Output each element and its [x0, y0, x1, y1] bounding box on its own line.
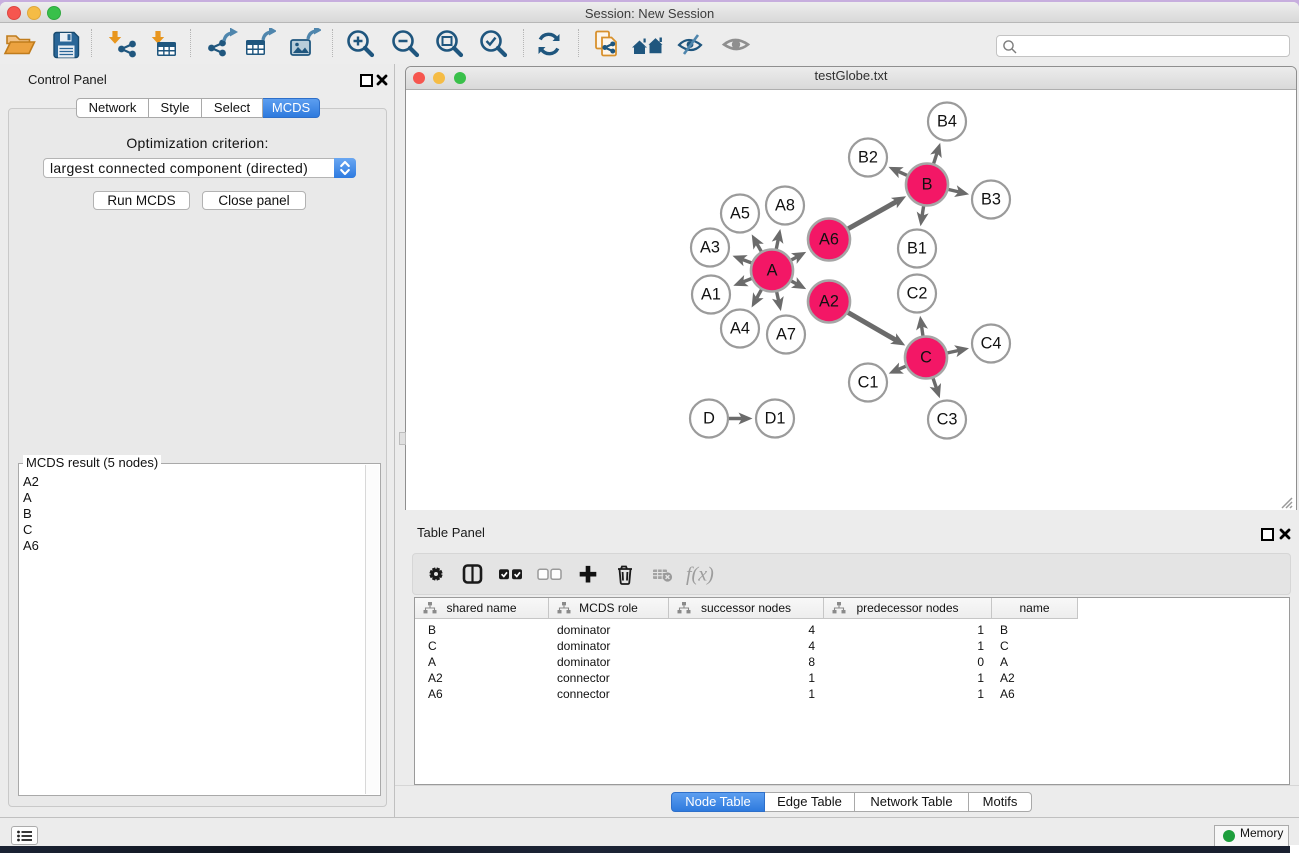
svg-text:C: C — [920, 349, 932, 367]
svg-text:C4: C4 — [981, 335, 1002, 353]
svg-text:A5: A5 — [730, 205, 750, 223]
svg-text:A3: A3 — [700, 239, 720, 257]
svg-text:B2: B2 — [858, 149, 878, 167]
svg-text:A2: A2 — [819, 293, 839, 311]
svg-text:B1: B1 — [907, 240, 927, 258]
svg-text:D1: D1 — [765, 410, 786, 428]
svg-text:C3: C3 — [937, 411, 958, 429]
svg-text:A7: A7 — [776, 326, 796, 344]
svg-text:B: B — [922, 176, 933, 194]
svg-text:C1: C1 — [858, 374, 879, 392]
svg-text:A4: A4 — [730, 320, 750, 338]
svg-text:f(x): f(x) — [686, 564, 714, 586]
svg-text:A: A — [767, 262, 778, 280]
svg-text:A1: A1 — [701, 286, 721, 304]
svg-text:D: D — [703, 410, 715, 428]
svg-text:B4: B4 — [937, 113, 957, 131]
svg-text:B3: B3 — [981, 191, 1001, 209]
svg-text:A8: A8 — [775, 197, 795, 215]
svg-text:A6: A6 — [819, 231, 839, 249]
svg-text:C2: C2 — [907, 285, 928, 303]
